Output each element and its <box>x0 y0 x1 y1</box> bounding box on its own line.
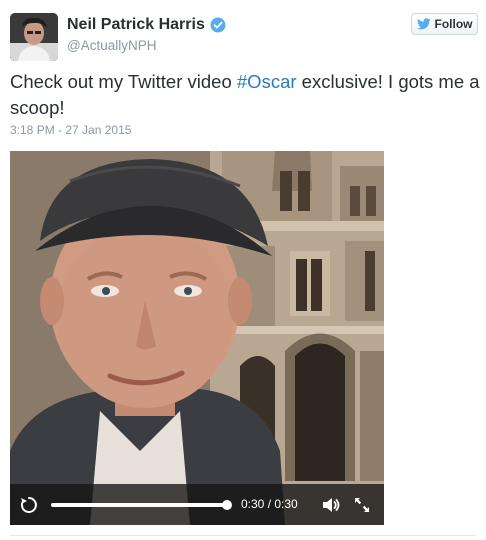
fullscreen-icon[interactable] <box>352 495 372 515</box>
video-progress-handle[interactable] <box>222 500 232 510</box>
follow-button-label: Follow <box>434 17 473 31</box>
author-avatar[interactable] <box>10 13 58 61</box>
verified-badge-icon <box>210 17 226 33</box>
video-progress-bar[interactable] <box>51 500 232 510</box>
replay-icon[interactable] <box>19 495 39 515</box>
video-controls-bar: 0:30 / 0:30 <box>10 484 384 525</box>
author-display-name[interactable]: Neil Patrick Harris <box>67 16 205 34</box>
hashtag-link[interactable]: #Oscar <box>237 71 297 92</box>
volume-icon[interactable] <box>321 495 341 515</box>
tweet-text-before: Check out my Twitter video <box>10 71 237 92</box>
video-time-display: 0:30 / 0:30 <box>241 497 298 511</box>
author-screen-name[interactable]: @ActuallyNPH <box>67 38 156 53</box>
follow-button[interactable]: Follow <box>411 13 478 35</box>
video-player[interactable]: 0:30 / 0:30 <box>10 151 384 525</box>
tweet-text: Check out my Twitter video #Oscar exclus… <box>10 69 480 121</box>
tweet-timestamp[interactable]: 3:18 PM - 27 Jan 2015 <box>10 123 131 137</box>
video-frame-image <box>10 151 384 525</box>
tweet-divider <box>10 535 476 536</box>
video-progress-fill <box>51 503 227 507</box>
author-name-row: Neil Patrick Harris <box>67 14 226 36</box>
twitter-bird-icon <box>416 18 431 30</box>
embedded-tweet: Neil Patrick Harris @ActuallyNPH Follow … <box>0 0 486 540</box>
